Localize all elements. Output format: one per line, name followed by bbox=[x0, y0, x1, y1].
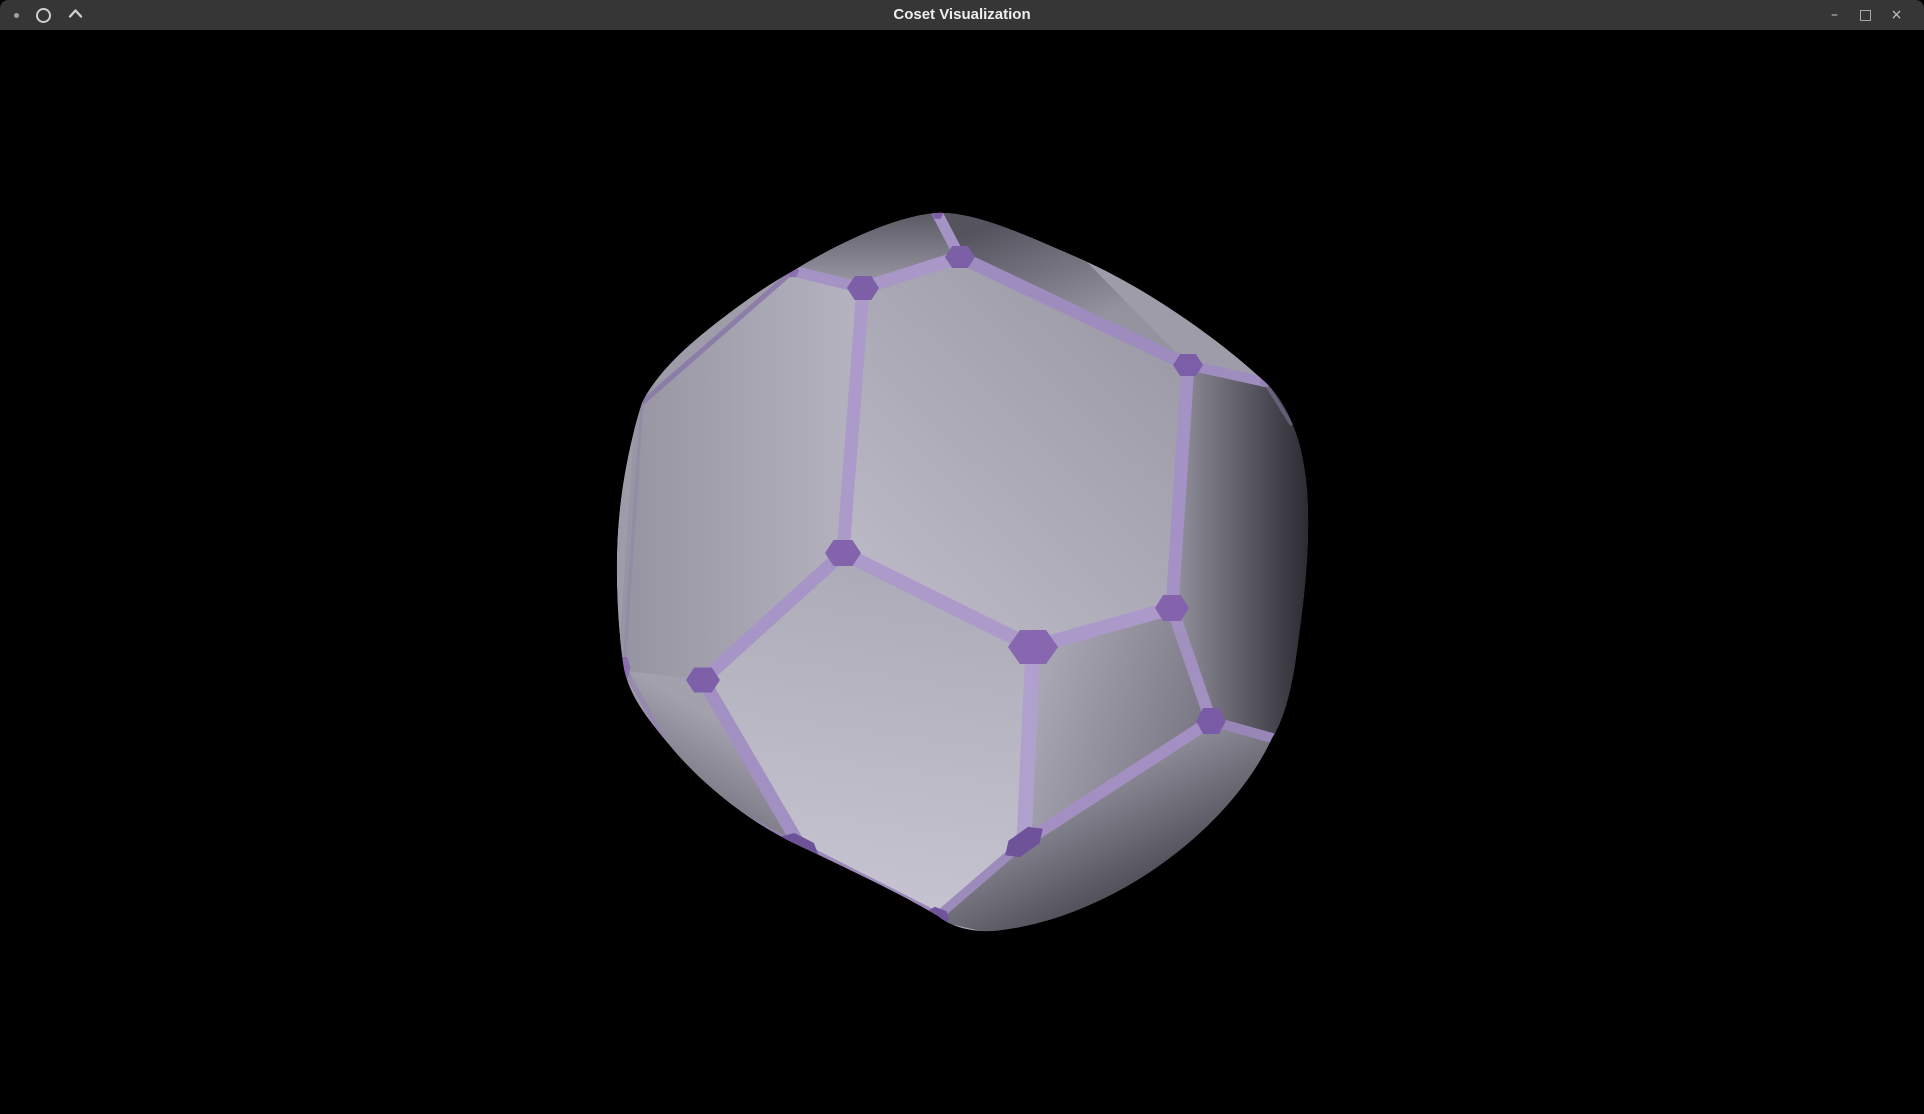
polyhedron-render bbox=[0, 30, 1924, 1114]
maximize-button[interactable]: □ bbox=[1850, 0, 1881, 30]
window-title: Coset Visualization bbox=[0, 0, 1924, 30]
3d-viewport[interactable] bbox=[0, 30, 1924, 1114]
close-button[interactable]: × bbox=[1881, 0, 1912, 30]
app-window: Coset Visualization – □ × bbox=[0, 0, 1924, 1114]
minimize-button[interactable]: – bbox=[1819, 0, 1850, 30]
titlebar: Coset Visualization – □ × bbox=[0, 0, 1924, 30]
titlebar-left-icons bbox=[0, 6, 83, 24]
chevron-up-icon[interactable] bbox=[68, 6, 83, 24]
window-controls: – □ × bbox=[1819, 0, 1924, 30]
dot-icon bbox=[14, 13, 19, 18]
circle-icon[interactable] bbox=[36, 8, 51, 23]
